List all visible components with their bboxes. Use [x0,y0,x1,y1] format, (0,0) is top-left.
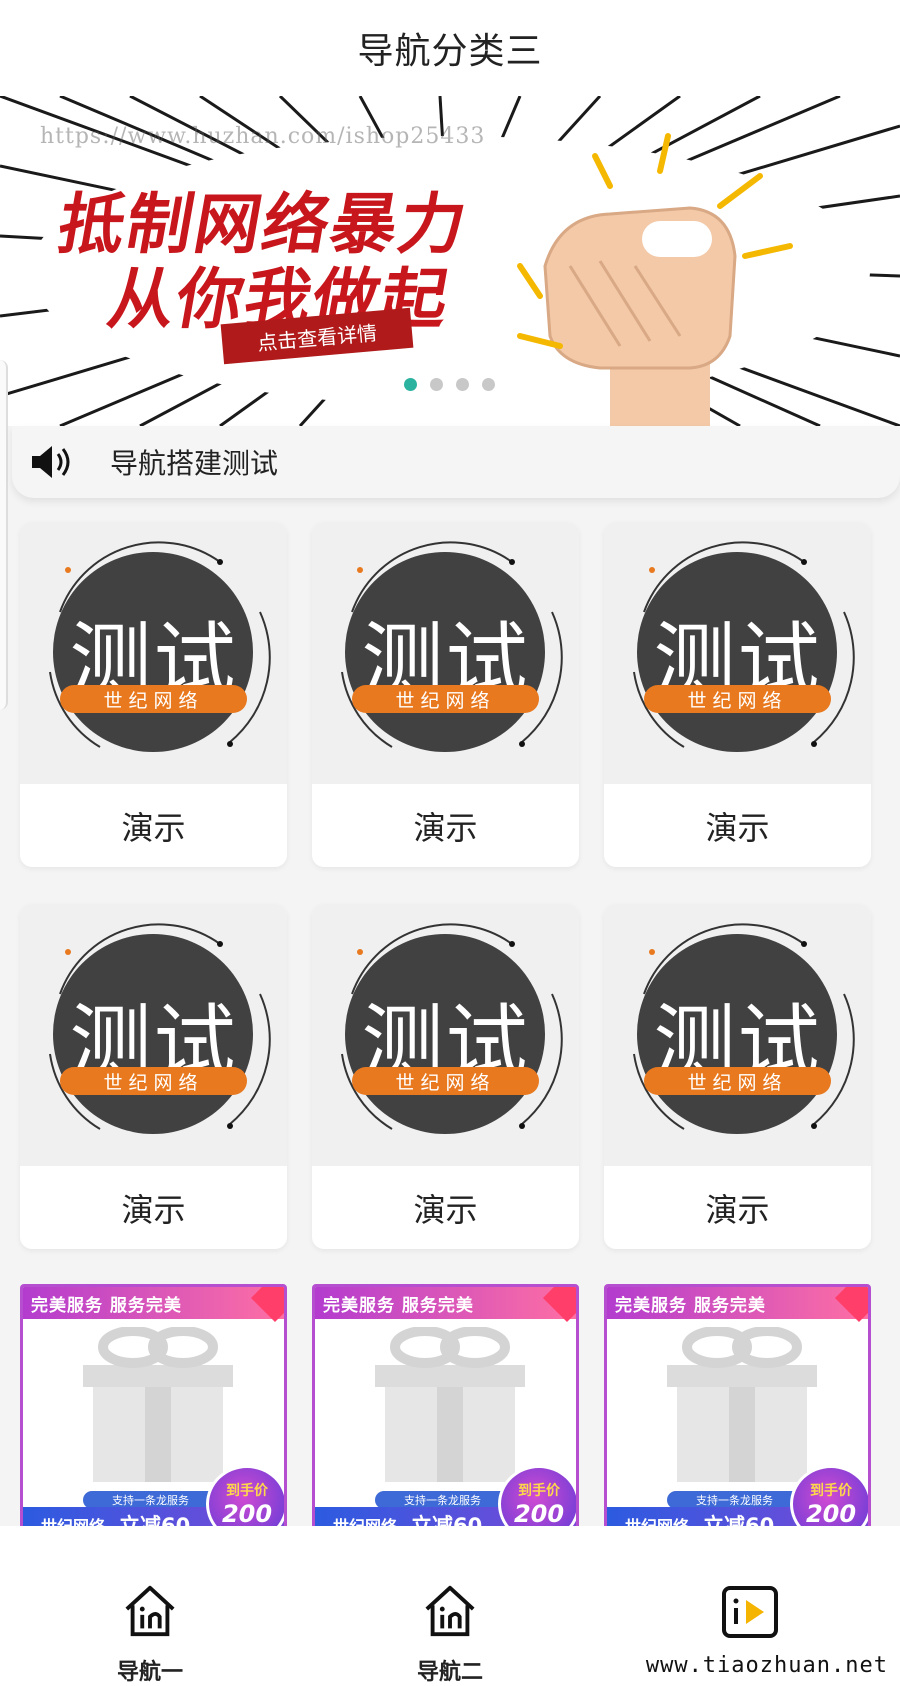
video-play-icon [722,1586,778,1638]
nav-grid-row-1: 测试 世纪网络 演示 测试 世纪网络 演示 测试 世纪网络 演示 [20,522,872,867]
grid-item[interactable]: 测试 世纪网络 演示 [604,904,871,1249]
tab-nav-one[interactable]: 导航一 [0,1526,300,1686]
carousel-dot[interactable] [404,378,417,391]
grid-item[interactable]: 测试 世纪网络 演示 [312,522,579,867]
badge-subtitle: 世纪网络 [60,1067,247,1095]
price-label: 到手价 [518,1483,560,1499]
grid-item[interactable]: 测试 世纪网络 演示 [312,904,579,1249]
page-header: 导航分类三 [0,0,900,96]
price-value: 200 [221,1500,273,1528]
tab-nav-two[interactable]: 导航二 [300,1526,600,1686]
grid-item-label: 演示 [705,808,770,847]
grid-item[interactable]: 测试 世纪网络 演示 [20,522,287,867]
grid-item-image: 测试 世纪网络 [604,904,871,1166]
grid-item-label: 演示 [121,1190,186,1229]
price-label: 到手价 [226,1483,268,1499]
home-icon [125,1585,175,1637]
side-drawer-handle[interactable] [0,360,8,710]
price-value: 200 [513,1500,565,1528]
site-watermark: www.tiaozhuan.net [641,1653,892,1678]
grid-item-image: 测试 世纪网络 [312,904,579,1166]
carousel-dot[interactable] [482,378,495,391]
badge-subtitle: 世纪网络 [60,685,247,713]
badge-subtitle: 世纪网络 [352,685,539,713]
grid-item-label: 演示 [121,808,186,847]
carousel-dot[interactable] [456,378,469,391]
promo-header-text: 完美服务 服务完美 [315,1287,576,1319]
promo-card[interactable]: 完美服务 服务完美 支持一条龙服务 世纪网络 立减60 到手价 200 [20,1284,287,1546]
price-label: 到手价 [810,1483,852,1499]
grid-item[interactable]: 测试 世纪网络 演示 [604,522,871,867]
grid-item-image: 测试 世纪网络 [604,522,871,784]
tab-label: 导航二 [416,1660,483,1685]
promo-row: 完美服务 服务完美 支持一条龙服务 世纪网络 立减60 到手价 200 完美服务… [20,1284,872,1546]
grid-item-label: 演示 [413,1190,478,1229]
home-icon [425,1585,475,1637]
promo-card[interactable]: 完美服务 服务完美 支持一条龙服务 世纪网络 立减60 到手价 200 [604,1284,871,1546]
badge-subtitle: 世纪网络 [352,1067,539,1095]
speaker-icon [32,446,70,478]
gift-icon [83,1327,233,1482]
badge-subtitle: 世纪网络 [644,685,831,713]
grid-item-image: 测试 世纪网络 [312,522,579,784]
notice-bar[interactable]: 导航搭建测试 [12,426,900,498]
page-title: 导航分类三 [357,31,543,72]
grid-item-image: 测试 世纪网络 [20,904,287,1166]
carousel-dots [404,378,495,391]
promo-header-text: 完美服务 服务完美 [23,1287,284,1319]
banner-carousel[interactable]: https://www.huzhan.com/ishop25433 抵制网络暴力… [0,96,900,426]
promo-card[interactable]: 完美服务 服务完美 支持一条龙服务 世纪网络 立减60 到手价 200 [312,1284,579,1546]
gift-icon [375,1327,525,1482]
grid-item-label: 演示 [413,808,478,847]
grid-item-image: 测试 世纪网络 [20,522,287,784]
carousel-dot[interactable] [430,378,443,391]
banner-watermark: https://www.huzhan.com/ishop25433 [40,124,486,149]
grid-item-label: 演示 [705,1190,770,1229]
notice-text: 导航搭建测试 [110,447,279,480]
gift-icon [667,1327,817,1482]
badge-subtitle: 世纪网络 [644,1067,831,1095]
promo-header-text: 完美服务 服务完美 [607,1287,868,1319]
price-value: 200 [805,1500,857,1528]
tab-label: 导航一 [116,1660,183,1685]
nav-grid-row-2: 测试 世纪网络 演示 测试 世纪网络 演示 测试 世纪网络 演示 [20,904,872,1249]
grid-item[interactable]: 测试 世纪网络 演示 [20,904,287,1249]
